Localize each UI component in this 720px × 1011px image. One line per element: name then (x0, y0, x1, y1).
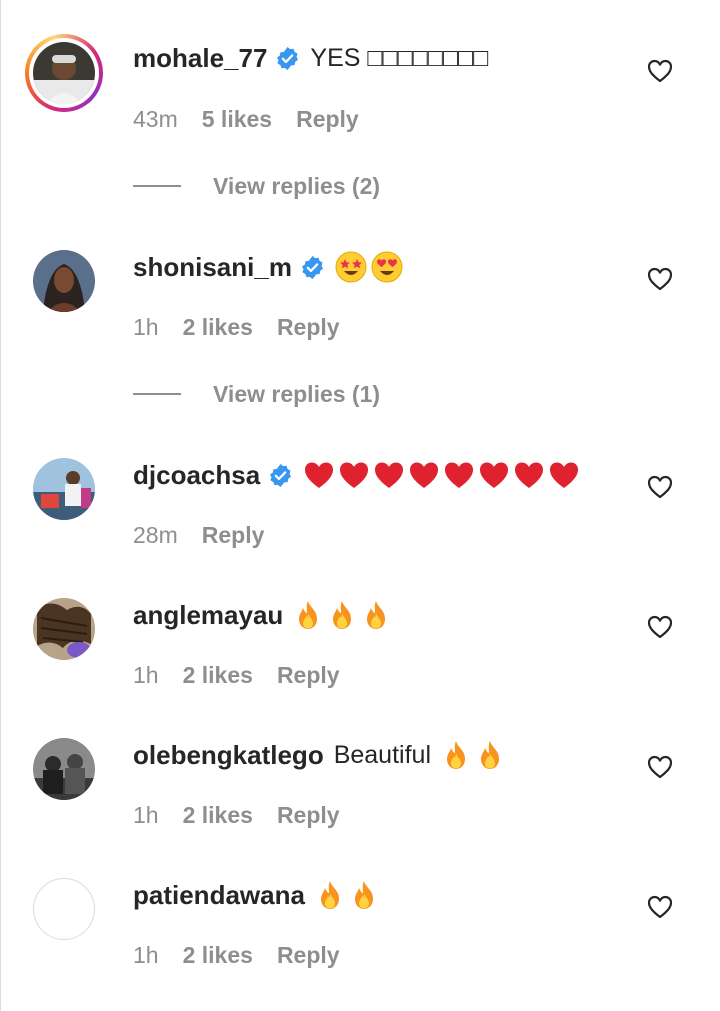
comment-username[interactable]: mohale_77 (133, 43, 267, 74)
fire-emoji-icon (320, 881, 339, 909)
comment-username[interactable]: olebengkatlego (133, 740, 324, 771)
comment-text: YES □□□□□□□□ (310, 43, 489, 72)
comment-username[interactable]: anglemayau (133, 600, 283, 631)
avatar-djcoachsa[interactable] (33, 458, 95, 520)
comment-username[interactable]: djcoachsa (133, 460, 260, 491)
avatar-olebengkatlego[interactable] (33, 738, 95, 800)
reply-button[interactable]: Reply (277, 314, 340, 341)
view-replies-dash (133, 393, 181, 395)
reply-button[interactable]: Reply (277, 662, 340, 689)
reply-button[interactable]: Reply (296, 106, 359, 133)
fire-emoji-icon (367, 601, 386, 629)
fire-emoji-icon (481, 741, 499, 769)
view-replies-dash (133, 185, 181, 187)
fire-emoji-icon (447, 741, 465, 769)
view-replies-button[interactable]: View replies (1) (133, 379, 380, 409)
comment-likes[interactable]: 2 likes (183, 942, 253, 969)
fire-emoji-icon (299, 601, 318, 629)
like-heart-icon[interactable] (647, 59, 673, 83)
comment-time: 43m (133, 105, 178, 132)
comment-likes[interactable]: 2 likes (183, 662, 253, 689)
red-heart-emoji-icon (445, 462, 474, 488)
like-heart-icon[interactable] (647, 475, 673, 499)
reply-button[interactable]: Reply (277, 942, 340, 969)
red-heart-emoji-icon (340, 462, 369, 488)
red-heart-emoji-icon (305, 462, 334, 488)
comment-emojis (441, 739, 505, 771)
comment-time: 1h (133, 313, 159, 340)
comment-emojis (303, 459, 580, 491)
fire-emoji-icon (333, 601, 352, 629)
like-heart-icon[interactable] (647, 267, 673, 291)
red-heart-emoji-icon (375, 462, 404, 488)
comment-username[interactable]: shonisani_m (133, 252, 292, 283)
comment-time: 1h (133, 941, 159, 968)
comment-emojis (293, 599, 391, 631)
fire-emoji-icon (354, 881, 373, 909)
avatar-shonisani-m[interactable] (33, 250, 95, 312)
star-struck-emoji-icon (335, 251, 367, 283)
comment-likes[interactable]: 2 likes (183, 314, 253, 341)
comment-emojis (315, 879, 379, 911)
avatar-anglemayau[interactable] (33, 598, 95, 660)
comment-time: 1h (133, 661, 159, 688)
comment-text: Beautiful (333, 740, 431, 769)
red-heart-emoji-icon (410, 462, 439, 488)
comment-likes[interactable]: 2 likes (183, 802, 253, 829)
heart-eyes-emoji-icon (371, 251, 403, 283)
comment-username[interactable]: patiendawana (133, 880, 305, 911)
red-heart-emoji-icon (550, 462, 579, 488)
view-replies-label: View replies (1) (213, 380, 381, 407)
like-heart-icon[interactable] (647, 615, 673, 639)
like-heart-icon[interactable] (647, 895, 673, 919)
verified-badge-icon (270, 463, 292, 487)
left-border (0, 0, 1, 1011)
red-heart-emoji-icon (480, 462, 509, 488)
avatar-patiendawana[interactable] (33, 878, 95, 940)
verified-badge-icon (277, 46, 299, 70)
comment-emojis (335, 251, 403, 283)
comment-time: 1h (133, 801, 159, 828)
view-replies-button[interactable]: View replies (2) (133, 171, 380, 201)
red-heart-emoji-icon (515, 462, 544, 488)
comment-time: 28m (133, 521, 178, 548)
view-replies-label: View replies (2) (213, 172, 381, 199)
reply-button[interactable]: Reply (202, 522, 265, 549)
avatar-mohale-77[interactable] (25, 34, 103, 112)
comment-likes[interactable]: 5 likes (202, 106, 272, 133)
like-heart-icon[interactable] (647, 755, 673, 779)
reply-button[interactable]: Reply (277, 802, 340, 829)
verified-badge-icon (301, 255, 323, 279)
